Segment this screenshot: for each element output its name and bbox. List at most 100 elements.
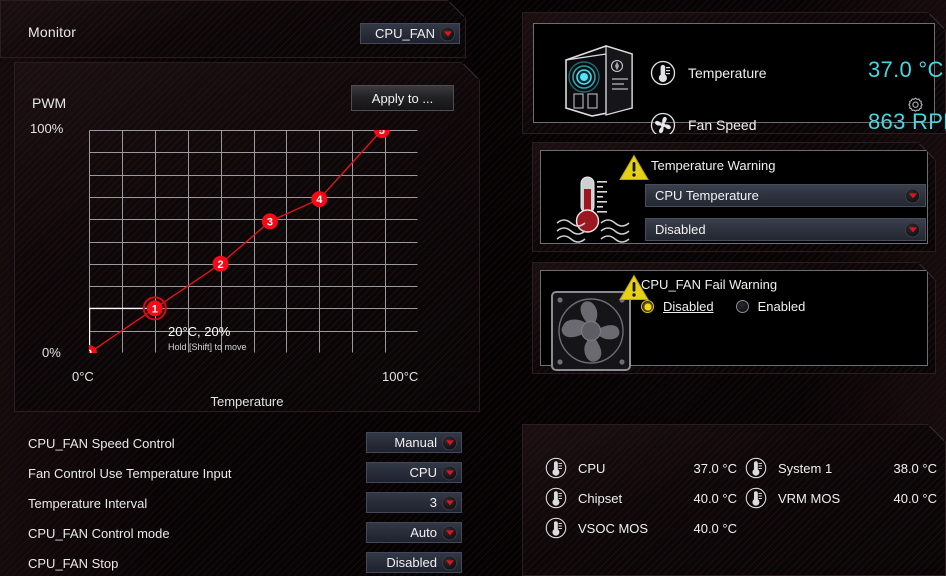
pc-tower-icon <box>560 42 638 120</box>
setting-label: Temperature Interval <box>28 495 148 511</box>
temperature-sensor-value: 40.0 °C <box>893 490 937 506</box>
setting-value-dropdown[interactable]: Manual <box>366 432 462 453</box>
curve-point-2[interactable]: 2 <box>212 255 229 272</box>
fan-curve-line <box>89 130 383 353</box>
setting-value: 3 <box>429 495 437 510</box>
apply-to-button[interactable]: Apply to ... <box>351 85 454 111</box>
curve-point-label: 2 <box>218 259 224 271</box>
temperature-sensor-name: VRM MOS <box>778 490 841 506</box>
x-axis-max-label: 100°C <box>382 369 419 384</box>
setting-value: Disabled <box>386 555 437 570</box>
temperature-warning-inner: Temperature Warning CPU Temperature Disa… <box>540 150 928 244</box>
setting-row: Fan Control Use Temperature Input CPU <box>0 458 500 488</box>
temperature-cell: VRM MOS 40.0 °C <box>745 487 945 509</box>
chevron-down-icon[interactable] <box>905 188 920 203</box>
setting-value-dropdown[interactable]: 3 <box>366 492 462 513</box>
temperature-value: 37.0 °C <box>868 57 944 82</box>
temperature-row: CPU 37.0 °C System 1 38.0 °C <box>545 453 945 483</box>
x-axis-min-label: 0°C <box>72 369 94 384</box>
temperature-sensor-value: 38.0 °C <box>893 460 937 476</box>
chevron-down-icon[interactable] <box>905 222 920 237</box>
temperature-readouts-grid: CPU 37.0 °C System 1 38.0 °C Chipset 40.0 °C V… <box>545 453 945 543</box>
panel-corner-accent <box>449 2 464 17</box>
thermometer-icon <box>745 457 767 479</box>
thermometer-icon <box>650 60 676 86</box>
setting-value-dropdown[interactable]: Disabled <box>366 552 462 573</box>
temperature-sensor-name: CPU <box>578 460 606 476</box>
sensor-readout-panel: Temperature 37.0 °C Fan Speed 863 RP <box>522 12 946 134</box>
setting-row: CPU_FAN Control mode Auto <box>0 518 500 548</box>
radio-enabled-label[interactable]: Enabled <box>758 299 806 314</box>
setting-value: Manual <box>394 435 437 450</box>
temperature-metric: Temperature 37.0 °C <box>650 60 767 86</box>
temperature-warning-source-dropdown[interactable]: CPU Temperature <box>645 184 926 207</box>
curve-point-4[interactable]: 4 <box>311 191 328 208</box>
radio-disabled-label[interactable]: Disabled <box>663 299 714 314</box>
curve-point-0[interactable]: 0 <box>89 345 97 353</box>
chevron-down-icon[interactable] <box>442 465 457 480</box>
pwm-axis-label: PWM <box>32 95 67 111</box>
temperature-sensor-name: System 1 <box>778 460 833 476</box>
temperature-cell: VSOC MOS 40.0 °C <box>545 517 745 539</box>
curve-point-label: 1 <box>152 303 158 315</box>
fan-fail-warning-inner: CPU_FAN Fail Warning Disabled Enabled <box>540 270 928 366</box>
x-axis-title: Temperature <box>210 394 284 409</box>
curve-point-label: 5 <box>379 130 385 137</box>
thermometer-water-icon <box>551 169 635 249</box>
case-fan-icon <box>549 289 633 373</box>
setting-value: Auto <box>410 525 437 540</box>
curve-point-label: 4 <box>316 194 323 206</box>
temperature-sensor-value: 37.0 °C <box>693 460 737 476</box>
temperature-readouts-panel: CPU 37.0 °C System 1 38.0 °C Chipset 40.0 °C V… <box>522 424 946 576</box>
temperature-warning-panel: Temperature Warning CPU Temperature Disa… <box>532 142 936 252</box>
temperature-row: VSOC MOS 40.0 °C <box>545 513 945 543</box>
temperature-warning-state-value: Disabled <box>655 222 706 237</box>
y-axis-max-label: 100% <box>30 121 64 136</box>
fan-curve-plot[interactable]: 0 1 2 3 4 5 <box>89 130 418 353</box>
temperature-warning-source-value: CPU Temperature <box>655 188 759 203</box>
panel-corner-accent <box>929 426 944 441</box>
gear-icon[interactable] <box>907 97 924 114</box>
fan-speed-metric: Fan Speed 863 RPM <box>650 112 757 138</box>
curve-point-1[interactable]: 1 <box>142 296 167 321</box>
temperature-cell: CPU 37.0 °C <box>545 457 745 479</box>
thermometer-icon <box>745 487 767 509</box>
chevron-down-icon[interactable] <box>442 435 457 450</box>
temperature-row: Chipset 40.0 °C VRM MOS 40.0 °C <box>545 483 945 513</box>
fan-curve-svg[interactable]: 0 1 2 3 4 5 <box>89 130 418 353</box>
chevron-down-icon[interactable] <box>442 495 457 510</box>
setting-label: CPU_FAN Control mode <box>28 525 170 541</box>
curve-point-label: 3 <box>267 216 273 228</box>
temperature-cell: System 1 38.0 °C <box>745 457 945 479</box>
setting-label: CPU_FAN Speed Control <box>28 435 175 451</box>
fan-icon <box>650 112 676 138</box>
temperature-sensor-value: 40.0 °C <box>693 490 737 506</box>
temperature-warning-state-dropdown[interactable]: Disabled <box>645 218 926 241</box>
curve-point-label: 0 <box>89 348 92 353</box>
setting-label: CPU_FAN Stop <box>28 555 119 571</box>
sensor-readout-inner: Temperature 37.0 °C Fan Speed 863 RP <box>533 23 935 123</box>
setting-value: CPU <box>409 465 437 480</box>
setting-row: Temperature Interval 3 <box>0 488 500 518</box>
chevron-down-icon[interactable] <box>440 26 455 41</box>
fan-speed-label: Fan Speed <box>688 117 757 133</box>
y-axis-min-label: 0% <box>42 345 61 360</box>
setting-value-dropdown[interactable]: Auto <box>366 522 462 543</box>
monitor-select-dropdown[interactable]: CPU_FAN <box>360 23 460 44</box>
radio-disabled[interactable] <box>641 300 654 313</box>
fan-fail-warning-options: Disabled Enabled <box>641 299 805 314</box>
setting-value-dropdown[interactable]: CPU <box>366 462 462 483</box>
chevron-down-icon[interactable] <box>442 555 457 570</box>
radio-enabled[interactable] <box>736 300 749 313</box>
temperature-sensor-name: VSOC MOS <box>578 520 649 536</box>
setting-row: CPU_FAN Stop Disabled <box>0 548 500 576</box>
temperature-sensor-name: Chipset <box>578 490 623 506</box>
selected-point-hint: Hold [Shift] to move <box>168 342 247 352</box>
panel-corner-accent <box>463 64 478 79</box>
setting-label: Fan Control Use Temperature Input <box>28 465 232 481</box>
fan-fail-warning-panel: CPU_FAN Fail Warning Disabled Enabled <box>532 262 936 374</box>
chevron-down-icon[interactable] <box>442 525 457 540</box>
curve-point-3[interactable]: 3 <box>261 213 278 230</box>
monitor-select-value: CPU_FAN <box>375 26 435 41</box>
temperature-cell: Chipset 40.0 °C <box>545 487 745 509</box>
